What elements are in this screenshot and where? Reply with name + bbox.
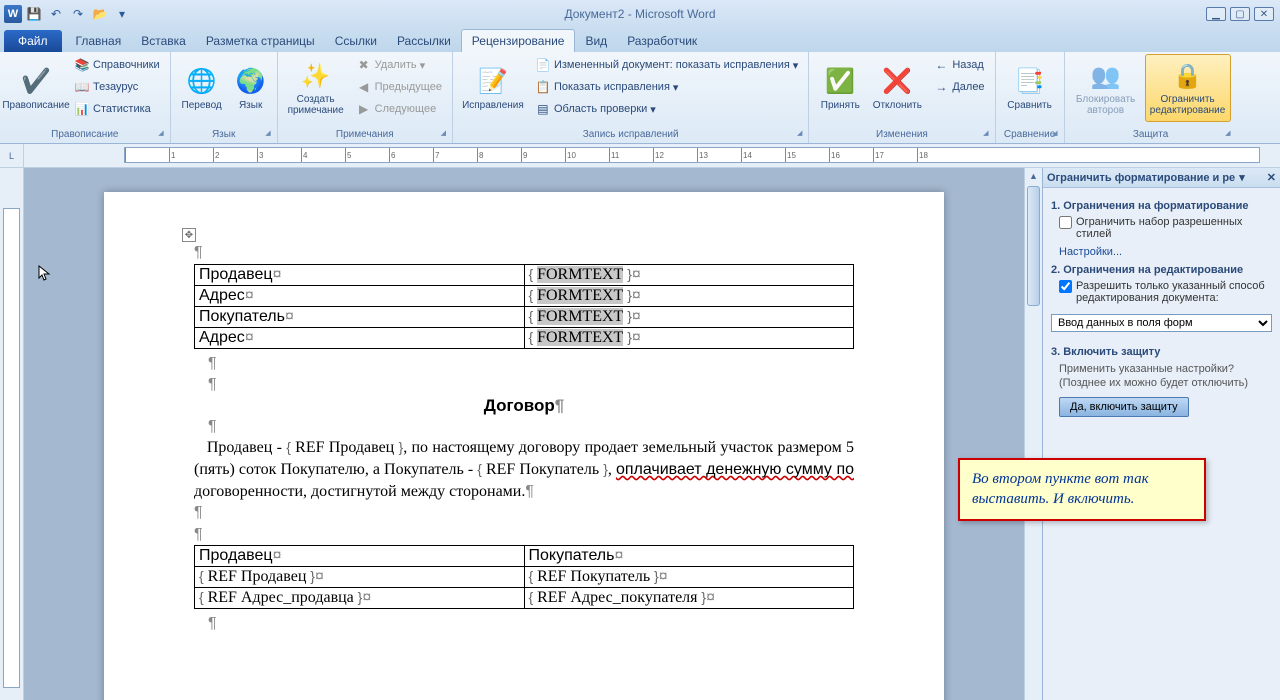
display-for-review-dropdown[interactable]: 📄Измененный документ: показать исправлен… — [531, 54, 802, 76]
group-language-label: Язык — [177, 128, 271, 141]
undo-icon[interactable]: ↶ — [46, 4, 66, 24]
language-button[interactable]: 🌍 Язык — [231, 54, 271, 122]
thesaurus-icon: 📖 — [74, 79, 90, 95]
signature-table: Продавец¤Покупатель¤ { REF Продавец }¤{ … — [194, 545, 854, 609]
delete-comment-button[interactable]: ✖Удалить ▾ — [352, 54, 446, 76]
horizontal-ruler[interactable]: 123456789101112131415161718 — [124, 147, 1260, 163]
close-button[interactable]: ✕ — [1254, 7, 1274, 21]
group-proofing-label: Правописание — [6, 128, 164, 141]
markup-icon: 📋 — [535, 79, 551, 95]
globe-icon: 🌍 — [235, 66, 267, 98]
restrict-editing-pane: Ограничить форматирование и ре ▾ ✕ 1. Ог… — [1042, 168, 1280, 700]
group-changes-label: Изменения — [815, 128, 988, 141]
research-button[interactable]: 📚Справочники — [70, 54, 164, 76]
show-markup-dropdown[interactable]: 📋Показать исправления ▾ — [531, 76, 802, 98]
taskpane-close-icon[interactable]: ✕ — [1267, 171, 1276, 184]
reviewing-pane-dropdown[interactable]: ▤Область проверки ▾ — [531, 98, 802, 120]
next-change-button[interactable]: →Далее — [929, 76, 988, 98]
title-bar: W 💾 ↶ ↷ 📂 ▾ Документ2 - Microsoft Word ▁… — [0, 0, 1280, 28]
group-comments-label: Примечания — [284, 128, 446, 141]
document-area[interactable]: ✥ ¶ Продавец¤{ FORMTEXT }¤ Адрес¤{ FORMT… — [24, 168, 1024, 700]
editing-type-dropdown[interactable]: Ввод данных в поля форм — [1051, 314, 1272, 332]
group-compare-label: Сравнение — [1002, 128, 1058, 141]
track-icon: 📝 — [477, 66, 509, 98]
vertical-ruler[interactable] — [3, 208, 20, 688]
track-changes-button[interactable]: 📝 Исправления — [459, 54, 527, 122]
prev-comment-button[interactable]: ◀Предыдущее — [352, 76, 446, 98]
open-icon[interactable]: 📂 — [90, 4, 110, 24]
block-icon: 👥 — [1090, 60, 1122, 92]
save-icon[interactable]: 💾 — [24, 4, 44, 24]
ruler-area: L 123456789101112131415161718 — [0, 144, 1280, 168]
arrow-right-icon: → — [933, 79, 949, 95]
form-table-1: Продавец¤{ FORMTEXT }¤ Адрес¤{ FORMTEXT … — [194, 264, 854, 349]
reject-icon: ❌ — [881, 66, 913, 98]
doc-icon: 📄 — [535, 57, 551, 73]
group-tracking-label: Запись исправлений — [459, 128, 802, 141]
ruler-toggle[interactable]: L — [0, 144, 24, 167]
tab-file[interactable]: Файл — [4, 30, 62, 52]
section-start-enforcement: 3. Включить защиту — [1051, 346, 1272, 358]
pane-icon: ▤ — [535, 101, 551, 117]
contract-paragraph: Продавец - { REF Продавец }, по настояще… — [194, 437, 854, 502]
accept-button[interactable]: ✅ Принять — [815, 54, 865, 122]
settings-link[interactable]: Настройки... — [1059, 246, 1272, 258]
stats-icon: 📊 — [74, 101, 90, 117]
translate-button[interactable]: 🌐 Перевод — [177, 54, 227, 122]
comment-star-icon: ✨ — [300, 60, 332, 92]
accept-icon: ✅ — [824, 66, 856, 98]
scrollbar-thumb[interactable] — [1027, 186, 1040, 306]
tab-references[interactable]: Ссылки — [325, 30, 387, 52]
reject-button[interactable]: ❌ Отклонить — [869, 54, 925, 122]
tab-mailings[interactable]: Рассылки — [387, 30, 461, 52]
compare-button[interactable]: 📑 Сравнить — [1002, 54, 1058, 122]
tab-layout[interactable]: Разметка страницы — [196, 30, 325, 52]
next-comment-button[interactable]: ▶Следующее — [352, 98, 446, 120]
quick-access-toolbar: W 💾 ↶ ↷ 📂 ▾ — [0, 4, 132, 24]
ribbon: ✔️ Правописание 📚Справочники 📖Тезаурус 📊… — [0, 52, 1280, 144]
abc-check-icon: ✔️ — [20, 66, 52, 98]
prev-icon: ◀ — [356, 79, 372, 95]
books-icon: 📚 — [74, 57, 90, 73]
next-icon: ▶ — [356, 101, 372, 117]
taskpane-title: Ограничить форматирование и ре — [1047, 172, 1235, 184]
scroll-up-icon[interactable]: ▲ — [1025, 168, 1042, 184]
window-title: Документ2 - Microsoft Word — [564, 7, 715, 21]
vertical-scrollbar[interactable]: ▲ — [1024, 168, 1042, 700]
restore-button[interactable]: ▢ — [1230, 7, 1250, 21]
annotation-callout: Во втором пункте вот так выставить. И вк… — [958, 458, 1206, 521]
ribbon-tabs: Файл Главная Вставка Разметка страницы С… — [0, 28, 1280, 52]
group-protect-label: Защита — [1071, 128, 1231, 141]
minimize-button[interactable]: ▁ — [1206, 7, 1226, 21]
section-formatting-restrictions: 1. Ограничения на форматирование — [1051, 200, 1272, 212]
lock-icon: 🔒 — [1172, 60, 1204, 92]
thesaurus-button[interactable]: 📖Тезаурус — [70, 76, 164, 98]
redo-icon[interactable]: ↷ — [68, 4, 88, 24]
enforcement-note: Применить указанные настройки? (Позднее … — [1059, 362, 1272, 391]
table-move-handle[interactable]: ✥ — [182, 228, 196, 242]
tab-view[interactable]: Вид — [575, 30, 617, 52]
word-count-button[interactable]: 📊Статистика — [70, 98, 164, 120]
tab-developer[interactable]: Разработчик — [617, 30, 707, 52]
page: ✥ ¶ Продавец¤{ FORMTEXT }¤ Адрес¤{ FORMT… — [104, 192, 944, 700]
translate-icon: 🌐 — [186, 66, 218, 98]
tab-review[interactable]: Рецензирование — [461, 29, 576, 52]
compare-icon: 📑 — [1014, 66, 1046, 98]
previous-change-button[interactable]: ←Назад — [929, 54, 988, 76]
arrow-left-icon: ← — [933, 57, 949, 73]
qat-more-icon[interactable]: ▾ — [112, 4, 132, 24]
tab-home[interactable]: Главная — [66, 30, 132, 52]
vertical-ruler-area — [0, 168, 24, 700]
limit-formatting-checkbox[interactable] — [1059, 216, 1072, 229]
restrict-editing-button[interactable]: 🔒 Ограничить редактирование — [1145, 54, 1231, 122]
section-editing-restrictions: 2. Ограничения на редактирование — [1051, 264, 1272, 276]
word-app-icon[interactable]: W — [4, 5, 22, 23]
delete-icon: ✖ — [356, 57, 372, 73]
spelling-button[interactable]: ✔️ Правописание — [6, 54, 66, 122]
new-comment-button[interactable]: ✨ Создать примечание — [284, 54, 348, 122]
allow-only-checkbox[interactable] — [1059, 280, 1072, 293]
tab-insert[interactable]: Вставка — [131, 30, 196, 52]
block-authors-button: 👥 Блокировать авторов — [1071, 54, 1141, 122]
yes-start-enforcing-button[interactable]: Да, включить защиту — [1059, 397, 1189, 417]
